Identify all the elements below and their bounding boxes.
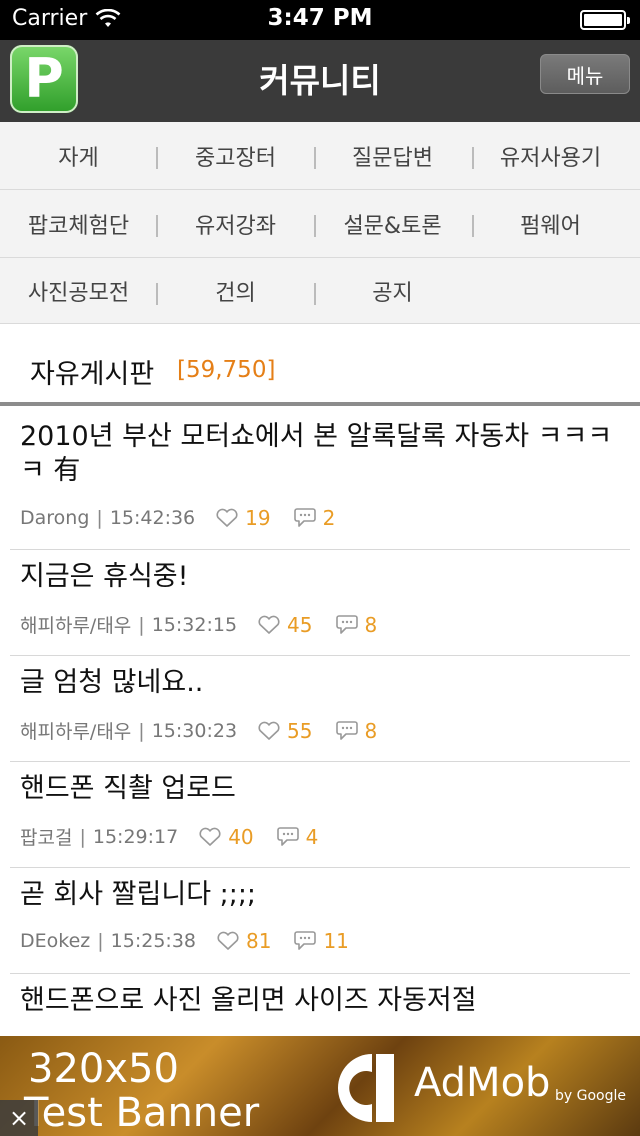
close-icon[interactable]: ×	[0, 1100, 38, 1136]
post-author: 팝코걸	[20, 827, 73, 849]
like-count: 81	[246, 929, 272, 953]
category-experience-group[interactable]: 팝코체험단	[0, 190, 157, 257]
navigation-bar: P 커뮤니티 메뉴	[0, 40, 640, 122]
ad-test-text: Test Banner	[24, 1090, 260, 1136]
category-used-market[interactable]: 중고장터	[157, 122, 314, 189]
heart-icon	[258, 721, 280, 740]
category-grid: 자게 중고장터 질문답변 유저사용기 팝코체험단 유저강좌 설문&토론 펌웨어 …	[0, 122, 640, 324]
comment-count: 8	[364, 718, 378, 743]
comment-counter: 2	[293, 506, 336, 530]
comment-icon	[293, 508, 316, 527]
category-notice[interactable]: 공지	[314, 258, 471, 323]
ad-banner[interactable]: 320x50 Test Banner AdMob by Google ×	[0, 1036, 640, 1136]
ad-brand-text: AdMob	[414, 1060, 551, 1106]
heart-icon	[258, 615, 280, 634]
board-header: 자유게시판 [59,750]	[0, 324, 640, 406]
category-firmware[interactable]: 펌웨어	[472, 190, 629, 257]
meta-divider: |	[138, 613, 145, 636]
post-meta: 해피하루/태우 | 15:32:15 45 8	[20, 611, 377, 638]
comment-icon	[294, 931, 317, 950]
post-time: 15:29:17	[92, 825, 179, 848]
meta-divider: |	[79, 825, 86, 848]
meta-divider: |	[97, 930, 104, 952]
menu-button[interactable]: 메뉴	[540, 54, 630, 94]
ad-size-text: 320x50	[28, 1046, 179, 1092]
like-counter: 55	[257, 718, 313, 743]
meta-divider: |	[96, 507, 103, 529]
clock: 3:47 PM	[267, 5, 373, 31]
post-title: 핸드폰으로 사진 올리면 사이즈 자동저절	[20, 985, 477, 1016]
post-title: 글 엄청 많네요..	[20, 667, 204, 698]
meta-divider: |	[138, 719, 145, 742]
category-photo-contest[interactable]: 사진공모전	[0, 258, 157, 323]
post-meta: 해피하루/태우 | 15:30:23 55 8	[20, 717, 377, 744]
like-count: 55	[287, 718, 313, 743]
battery-icon	[580, 10, 630, 30]
comment-count: 2	[322, 506, 336, 530]
admob-logo-icon	[337, 1054, 394, 1122]
category-row: 사진공모전 건의 공지	[0, 258, 640, 324]
post-count-badge: [59,750]	[177, 357, 276, 383]
post-item[interactable]: 핸드폰으로 사진 올리면 사이즈 자동저절	[10, 974, 630, 1036]
post-item[interactable]: 곧 회사 짤립니다 ;;;; DEokez | 15:25:38 81 11	[10, 868, 630, 974]
post-author: 해피하루/태우	[20, 615, 132, 637]
category-survey-debate[interactable]: 설문&토론	[314, 190, 471, 257]
comment-counter: 8	[335, 718, 378, 743]
like-count: 45	[287, 612, 313, 637]
category-free-board[interactable]: 자게	[0, 122, 157, 189]
post-title: 2010년 부산 모터쇼에서 본 알록달록 자동차 ㅋㅋㅋㅋ 有	[20, 421, 613, 486]
comment-counter: 8	[335, 612, 378, 637]
category-user-reviews[interactable]: 유저사용기	[472, 122, 629, 189]
ad-by-text: by Google	[555, 1088, 626, 1104]
post-item[interactable]: 지금은 휴식중! 해피하루/태우 | 15:32:15 45 8	[10, 550, 630, 656]
status-bar: Carrier 3:47 PM	[0, 0, 640, 40]
category-row: 팝코체험단 유저강좌 설문&토론 펌웨어	[0, 190, 640, 258]
post-item[interactable]: 핸드폰 직촬 업로드 팝코걸 | 15:29:17 40 4	[10, 762, 630, 868]
board-title: 자유게시판	[30, 359, 155, 390]
comment-icon	[335, 720, 358, 740]
post-meta: DEokez | 15:25:38 81 11	[20, 929, 349, 953]
post-time: 15:32:15	[151, 613, 238, 636]
post-title: 곧 회사 짤립니다 ;;;;	[20, 879, 257, 910]
like-counter: 19	[215, 506, 271, 530]
heart-icon	[217, 931, 239, 950]
post-meta: Darong | 15:42:36 19 2	[20, 506, 335, 530]
comment-count: 8	[364, 612, 378, 637]
post-meta: 팝코걸 | 15:29:17 40 4	[20, 823, 318, 850]
comment-icon	[276, 826, 299, 846]
comment-counter: 11	[293, 929, 349, 953]
post-author: Darong	[20, 507, 90, 529]
post-title: 핸드폰 직촬 업로드	[20, 773, 236, 804]
like-count: 40	[228, 824, 254, 849]
post-time: 15:25:38	[110, 930, 196, 952]
heart-icon	[199, 827, 221, 846]
category-suggestions[interactable]: 건의	[157, 258, 314, 323]
post-item[interactable]: 2010년 부산 모터쇼에서 본 알록달록 자동차 ㅋㅋㅋㅋ 有 Darong |…	[10, 410, 630, 550]
post-author: 해피하루/태우	[20, 721, 132, 743]
comment-counter: 4	[276, 824, 319, 849]
post-item[interactable]: 글 엄청 많네요.. 해피하루/태우 | 15:30:23 55 8	[10, 656, 630, 762]
post-time: 15:42:36	[109, 507, 196, 529]
heart-icon	[216, 508, 238, 527]
comment-count: 4	[305, 824, 319, 849]
like-counter: 45	[257, 612, 313, 637]
post-author: DEokez	[20, 930, 91, 952]
like-counter: 81	[216, 929, 271, 953]
post-time: 15:30:23	[151, 719, 238, 742]
category-row: 자게 중고장터 질문답변 유저사용기	[0, 122, 640, 190]
category-user-lectures[interactable]: 유저강좌	[157, 190, 314, 257]
category-qna[interactable]: 질문답변	[314, 122, 471, 189]
like-count: 19	[245, 506, 271, 530]
comment-count: 11	[323, 929, 349, 953]
like-counter: 40	[198, 824, 254, 849]
post-title: 지금은 휴식중!	[20, 561, 189, 592]
comment-icon	[335, 614, 358, 634]
